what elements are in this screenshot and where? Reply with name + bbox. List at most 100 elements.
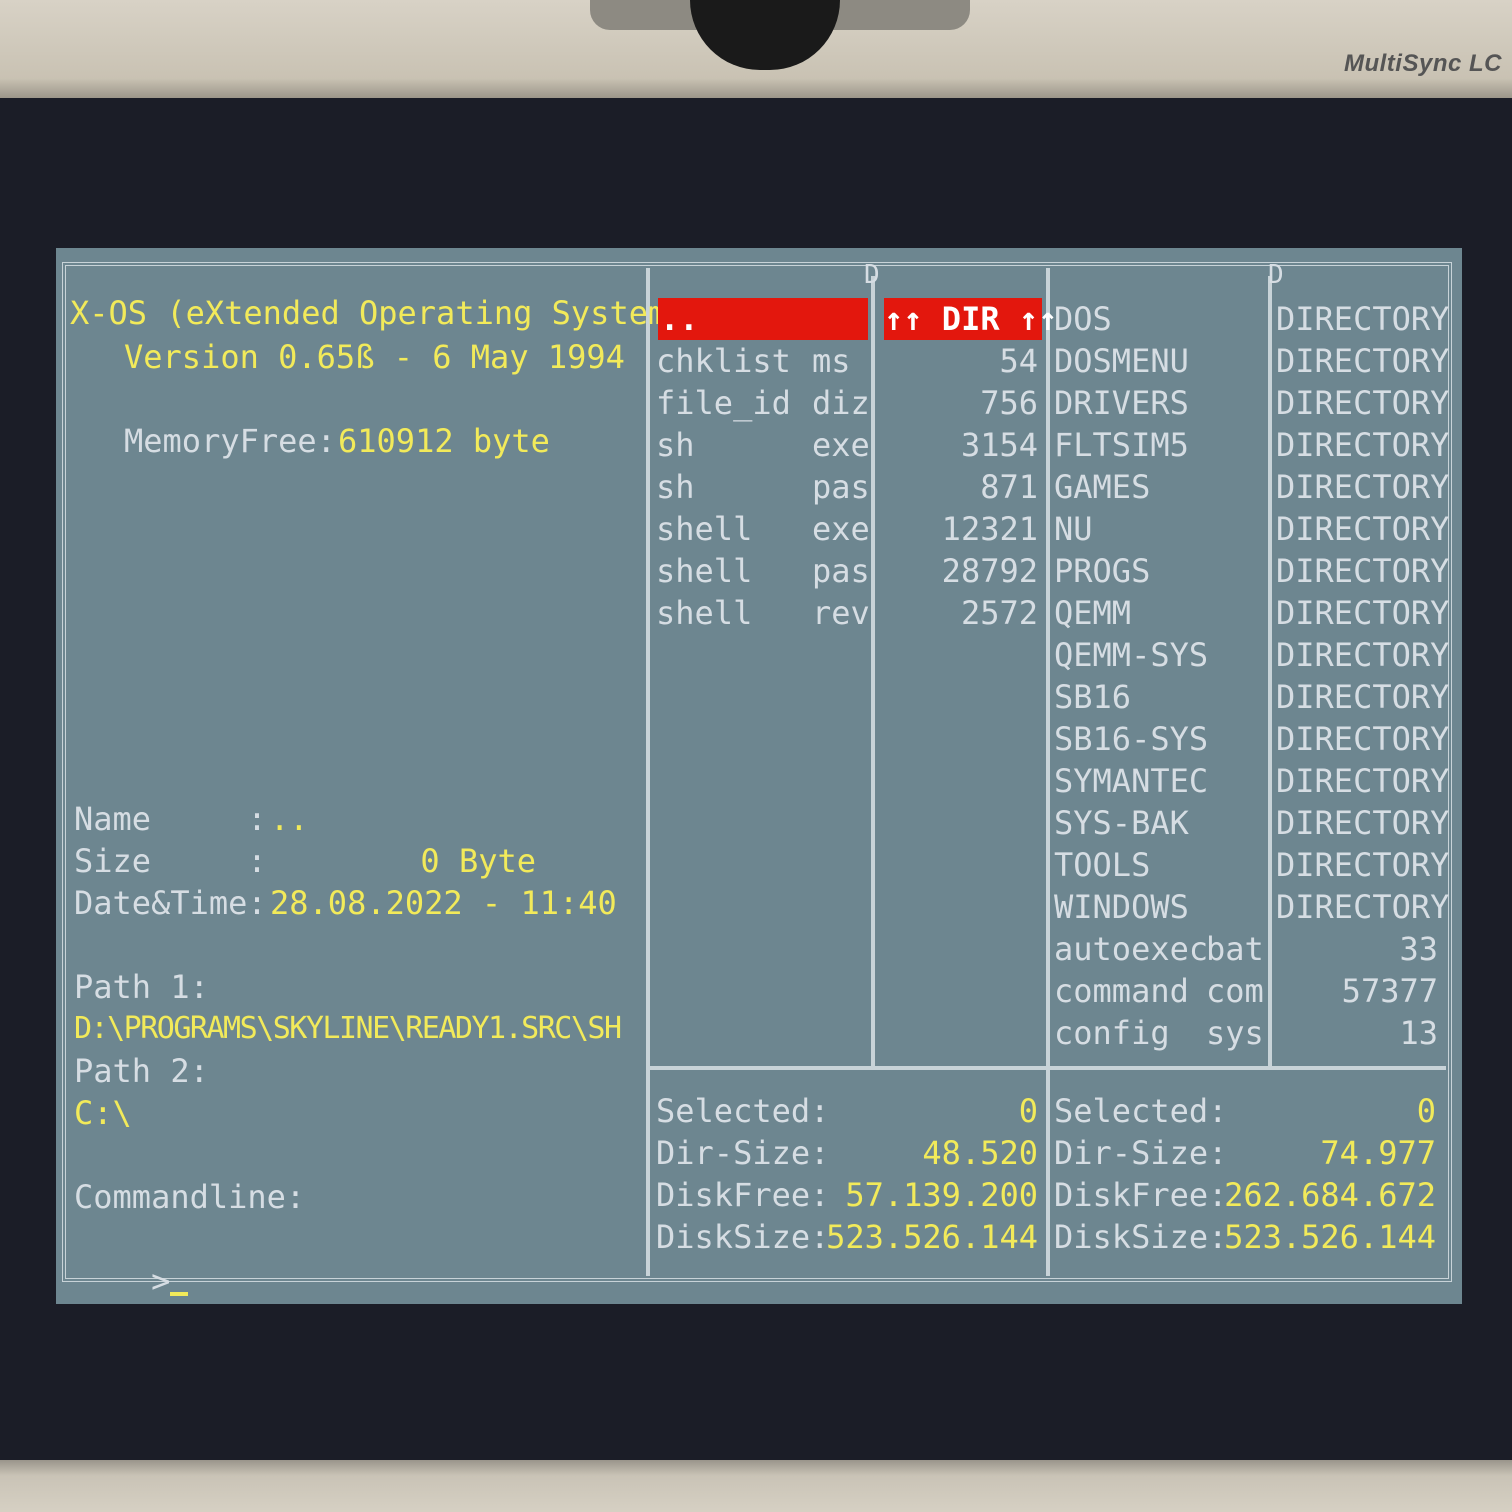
panel1-selected-value: 0: [1018, 1092, 1038, 1130]
panel2-selected-label: Selected:: [1054, 1092, 1228, 1130]
panel1-file-size: 28792: [941, 552, 1038, 590]
panel2-file-row[interactable]: autoexec bat 33: [1054, 928, 1440, 970]
divider-panel2-stats: [1050, 1066, 1446, 1070]
panel1-file-size: 12321: [941, 510, 1038, 548]
panel1-file-ext: exe: [812, 426, 870, 464]
panel2-file-row[interactable]: command com 57377: [1054, 970, 1440, 1012]
panel2-file-name: DOS: [1054, 300, 1112, 338]
panel2-file-row[interactable]: WINDOWS DIRECTORY: [1054, 886, 1449, 928]
panel2-file-row[interactable]: FLTSIM5 DIRECTORY: [1054, 424, 1449, 466]
panel2-file-row[interactable]: QEMM DIRECTORY: [1054, 592, 1450, 634]
monitor-brand: MultiSync LC: [1343, 50, 1502, 77]
panel1-file-size: 2572: [960, 594, 1038, 632]
panel2-file-ext: com: [1206, 972, 1264, 1010]
panel2-file-name: FLTSIM5: [1054, 426, 1189, 464]
panel1-file-row[interactable]: sh exe 3154: [656, 424, 1040, 466]
panel1-header-marker: D: [864, 260, 880, 290]
panel2-file-size: 57377: [1341, 972, 1438, 1010]
panel2-file-name: SYS-BAK: [1054, 804, 1189, 842]
path2-value: C:\: [74, 1094, 132, 1132]
panel2-file-row[interactable]: SB16 DIRECTORY: [1054, 676, 1450, 718]
panel2-file-size: DIRECTORY: [1276, 804, 1450, 842]
panel2-file-size: 33: [1399, 930, 1438, 968]
panel1-dirsize-label: Dir-Size:: [656, 1134, 830, 1172]
name-label: Name :: [74, 800, 267, 838]
panel2-file-name: PROGS: [1054, 552, 1151, 590]
panel2-file-size: DIRECTORY: [1276, 594, 1450, 632]
path1-label: Path 1:: [74, 968, 209, 1006]
panel2-file-name: DOSMENU: [1054, 342, 1189, 380]
panel2-file-row[interactable]: NU DIRECTORY: [1054, 508, 1449, 550]
panel2-diskfree-label: DiskFree:: [1054, 1176, 1228, 1214]
panel2-file-row[interactable]: SB16-SYS DIRECTORY: [1054, 718, 1450, 760]
panel2-file-name: autoexec: [1054, 930, 1209, 968]
divider-info-panel1: [646, 268, 650, 1276]
panel2-file-row[interactable]: DOSMENU DIRECTORY: [1054, 340, 1450, 382]
panel2-file-name: command: [1054, 972, 1189, 1010]
panel1-file-name: shell: [656, 594, 753, 632]
panel2-file-size: DIRECTORY: [1276, 384, 1450, 422]
panel1-diskfree-value: 57.139.200: [845, 1176, 1038, 1214]
panel2-file-row[interactable]: GAMES DIRECTORY: [1054, 466, 1449, 508]
panel2-file-size: DIRECTORY: [1276, 762, 1450, 800]
prompt-symbol: >: [151, 1262, 171, 1300]
panel1-file-row[interactable]: chklist ms 54: [656, 340, 1040, 382]
monitor-bezel-top: MultiSync LC: [0, 0, 1512, 98]
command-prompt[interactable]: >: [74, 1218, 189, 1304]
divider-panel1-stats: [650, 1066, 1046, 1070]
panel2-file-size: DIRECTORY: [1276, 678, 1450, 716]
panel1-file-ext: exe: [812, 510, 870, 548]
panel2-header-marker: D: [1268, 260, 1284, 290]
panel1-file-row[interactable]: shell rev 2572: [656, 592, 1040, 634]
panel1-file-name: chklist: [656, 342, 791, 380]
panel1-file-ext: ms: [812, 342, 851, 380]
panel2-file-size: DIRECTORY: [1276, 636, 1450, 674]
panel2-file-name: QEMM-SYS: [1054, 636, 1209, 674]
panel2-file-row[interactable]: config sys 13: [1054, 1012, 1440, 1054]
panel1-file-size: 54: [999, 342, 1038, 380]
panel1-file-size: 871: [980, 468, 1038, 506]
panel2-file-row[interactable]: SYS-BAK DIRECTORY: [1054, 802, 1450, 844]
panel1-file-row[interactable]: file_id diz 756: [656, 382, 1040, 424]
panel2-file-row[interactable]: TOOLS DIRECTORY: [1054, 844, 1450, 886]
panel2-diskfree-value: 262.684.672: [1224, 1176, 1436, 1214]
commandline-label: Commandline:: [74, 1178, 306, 1216]
panel2-file-size: DIRECTORY: [1276, 552, 1450, 590]
panel2-file-row[interactable]: DOS DIRECTORY: [1054, 298, 1450, 340]
panel1-file-name: shell: [656, 552, 753, 590]
panel2-file-name: QEMM: [1054, 594, 1132, 632]
panel1-dirsize-value: 48.520: [922, 1134, 1038, 1172]
panel1-file-row[interactable]: shell exe 12321: [656, 508, 1040, 550]
panel1-file-ext: rev: [812, 594, 870, 632]
panel2-file-name: DRIVERS: [1054, 384, 1189, 422]
panel1-disksize-value: 523.526.144: [826, 1218, 1038, 1256]
panel1-file-row[interactable]: sh pas 871: [656, 466, 1040, 508]
memory-value: 610912 byte: [338, 422, 550, 460]
path1-value: D:\PROGRAMS\SKYLINE\READY1.SRC\SH: [74, 1011, 622, 1046]
size-label: Size :: [74, 842, 267, 880]
name-value: ..: [270, 800, 309, 838]
panel2-file-size: DIRECTORY: [1276, 846, 1450, 884]
panel2-file-size: 13: [1399, 1014, 1438, 1052]
panel1-diskfree-label: DiskFree:: [656, 1176, 830, 1214]
panel1-selected-info: ↑↑ DIR ↑↑: [884, 300, 1058, 338]
panel2-file-size: DIRECTORY: [1276, 720, 1450, 758]
panel2-file-name: WINDOWS: [1054, 888, 1189, 926]
panel2-file-row[interactable]: DRIVERS DIRECTORY: [1054, 382, 1450, 424]
panel2-file-size: DIRECTORY: [1276, 300, 1450, 338]
panel1-file-ext: pas: [812, 552, 870, 590]
panel1-file-name: file_id: [656, 384, 791, 422]
panel1-selected-name: ..: [660, 300, 699, 338]
panel2-file-row[interactable]: QEMM-SYS DIRECTORY: [1054, 634, 1450, 676]
panel2-dirsize-value: 74.977: [1320, 1134, 1436, 1172]
os-title: X-OS (eXtended Operating System): [70, 294, 687, 332]
panel2-selected-value: 0: [1416, 1092, 1436, 1130]
datetime-label: Date&Time:: [74, 884, 267, 922]
panel2-file-ext: bat: [1206, 930, 1264, 968]
panel2-file-row[interactable]: SYMANTEC DIRECTORY: [1054, 760, 1450, 802]
panel2-file-size: DIRECTORY: [1276, 342, 1450, 380]
os-version: Version 0.65ß - 6 May 1994: [124, 338, 625, 376]
panel2-file-row[interactable]: PROGS DIRECTORY: [1054, 550, 1450, 592]
panel1-file-row[interactable]: shell pas 28792: [656, 550, 1040, 592]
panel2-file-name: TOOLS: [1054, 846, 1151, 884]
